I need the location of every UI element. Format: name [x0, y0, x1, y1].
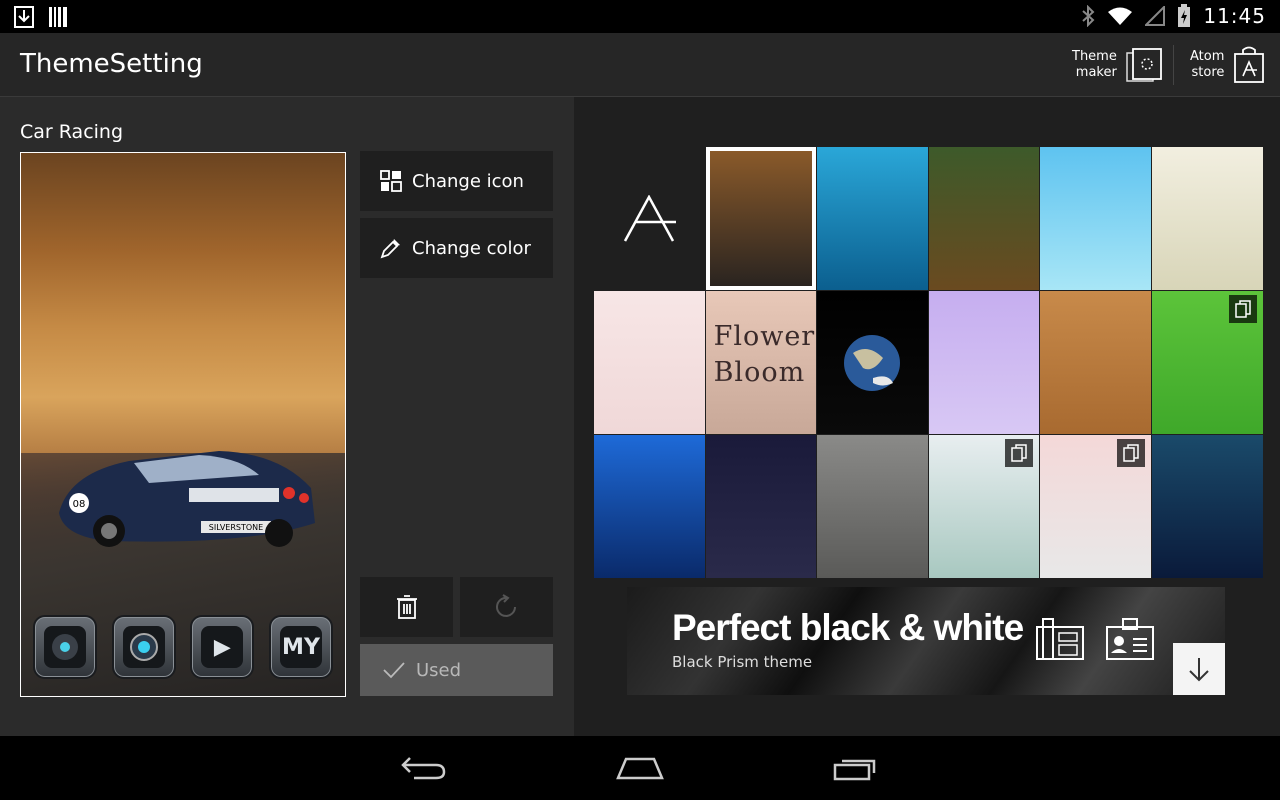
eyedropper-icon	[380, 239, 400, 259]
app-title: ThemeSetting	[20, 49, 203, 79]
back-arrow-icon	[401, 757, 446, 780]
navigation-bar	[0, 736, 1280, 800]
status-bar: 11:45	[0, 0, 1280, 33]
houses-lilac-tile[interactable]	[928, 291, 1040, 434]
desk-items-tile[interactable]	[1040, 291, 1151, 434]
checkmark-icon	[383, 662, 405, 679]
wifi-icon	[1108, 7, 1133, 25]
campfire-forest-tile[interactable]	[928, 147, 1040, 290]
change-color-label: Change color	[412, 237, 531, 259]
recent-apps-icon	[833, 759, 876, 781]
multi-theme-badge-icon	[1005, 439, 1034, 467]
theme-preview[interactable]: SILVERSTONE 08 ▶ MY	[20, 152, 346, 697]
theme-maker-button[interactable]: Theme maker	[1072, 45, 1163, 85]
recent-apps-button[interactable]	[826, 752, 886, 784]
sailboat-clouds-tile[interactable]	[1040, 147, 1151, 290]
rainy-window-tile[interactable]	[817, 435, 928, 578]
car-racing-tile[interactable]	[705, 147, 817, 290]
store-bag-icon	[1234, 46, 1265, 83]
refresh-icon	[495, 594, 516, 617]
white-garden-tile[interactable]	[1040, 435, 1151, 578]
multi-theme-badge-icon	[1116, 439, 1145, 467]
grid-icon	[380, 170, 402, 192]
banner-subtitle: Black Prism theme	[672, 653, 813, 671]
svg-text:08: 08	[73, 499, 86, 510]
eiffel-tower-tile[interactable]	[928, 435, 1040, 578]
reset-button[interactable]	[460, 577, 553, 637]
barcode-icon	[49, 7, 67, 27]
atom-store-label: Atom store	[1190, 49, 1225, 80]
clock: 11:45	[1203, 4, 1266, 28]
camera-icon	[111, 615, 176, 679]
theme-gallery-pane: Flower Bloom Perfect black & white Black …	[574, 97, 1280, 736]
action-bar: ThemeSetting Theme maker Atom store	[0, 33, 1280, 97]
download-banner-button[interactable]	[1173, 643, 1225, 695]
atom-store-button[interactable]: Atom store	[1190, 45, 1266, 85]
current-theme-name: Car Racing	[20, 121, 124, 143]
theme-grid: Flower Bloom	[594, 147, 1263, 578]
download-arrow-icon	[1189, 658, 1209, 682]
banner-headline: Perfect black & white	[672, 607, 1024, 648]
action-bar-divider	[1173, 45, 1174, 85]
signal-icon	[1145, 6, 1166, 26]
license-plate: SILVERSTONE	[209, 523, 263, 532]
atom-logo-icon	[623, 195, 676, 242]
home-icon	[616, 757, 664, 780]
multi-theme-badge-icon	[1228, 295, 1257, 323]
download-icon	[14, 6, 34, 28]
flower-bloom-tile[interactable]: Flower Bloom	[705, 291, 817, 434]
promo-banner[interactable]: Perfect black & white Black Prism theme	[627, 587, 1225, 695]
my-files-icon: MY	[268, 615, 333, 679]
race-car-image: SILVERSTONE 08	[59, 451, 315, 547]
big-ben-tile[interactable]	[594, 435, 705, 578]
fax-phone-icon	[1036, 618, 1084, 660]
change-icon-button[interactable]: Change icon	[360, 151, 553, 211]
preview-dock: ▶ MY	[33, 615, 333, 685]
used-label: Used	[416, 659, 462, 681]
earth-tile[interactable]	[817, 291, 928, 434]
bicycle-couple-tile[interactable]	[594, 291, 705, 434]
change-color-button[interactable]: Change color	[360, 218, 553, 278]
music-player-icon	[33, 615, 97, 679]
contact-card-icon	[1106, 618, 1154, 660]
back-button[interactable]	[394, 752, 454, 784]
theme-maker-label: Theme maker	[1072, 49, 1117, 80]
battery-charging-icon	[1178, 4, 1191, 27]
current-theme-pane: Car Racing SILVERSTONE 08 ▶ MY Change ic…	[0, 97, 574, 736]
video-play-icon: ▶	[190, 615, 255, 679]
main-content: Car Racing SILVERSTONE 08 ▶ MY Change ic…	[0, 97, 1280, 736]
used-button[interactable]: Used	[360, 644, 553, 696]
theme-maker-icon	[1126, 48, 1162, 82]
home-button[interactable]	[610, 752, 670, 784]
flower-bloom-text: Flower Bloom	[713, 321, 816, 388]
change-icon-label: Change icon	[412, 170, 524, 192]
cartoon-boy-tile[interactable]	[1151, 147, 1263, 290]
surfing-tile[interactable]	[817, 147, 928, 290]
bunny-monster-tile[interactable]	[705, 435, 817, 578]
atom-logo-tile[interactable]	[594, 147, 705, 290]
aurora-tile[interactable]	[1151, 435, 1263, 578]
lego-icons-tile[interactable]	[1151, 291, 1263, 434]
bluetooth-icon	[1082, 5, 1095, 27]
earth-globe-icon	[844, 335, 901, 391]
trash-icon	[396, 595, 417, 619]
delete-button[interactable]	[360, 577, 453, 637]
